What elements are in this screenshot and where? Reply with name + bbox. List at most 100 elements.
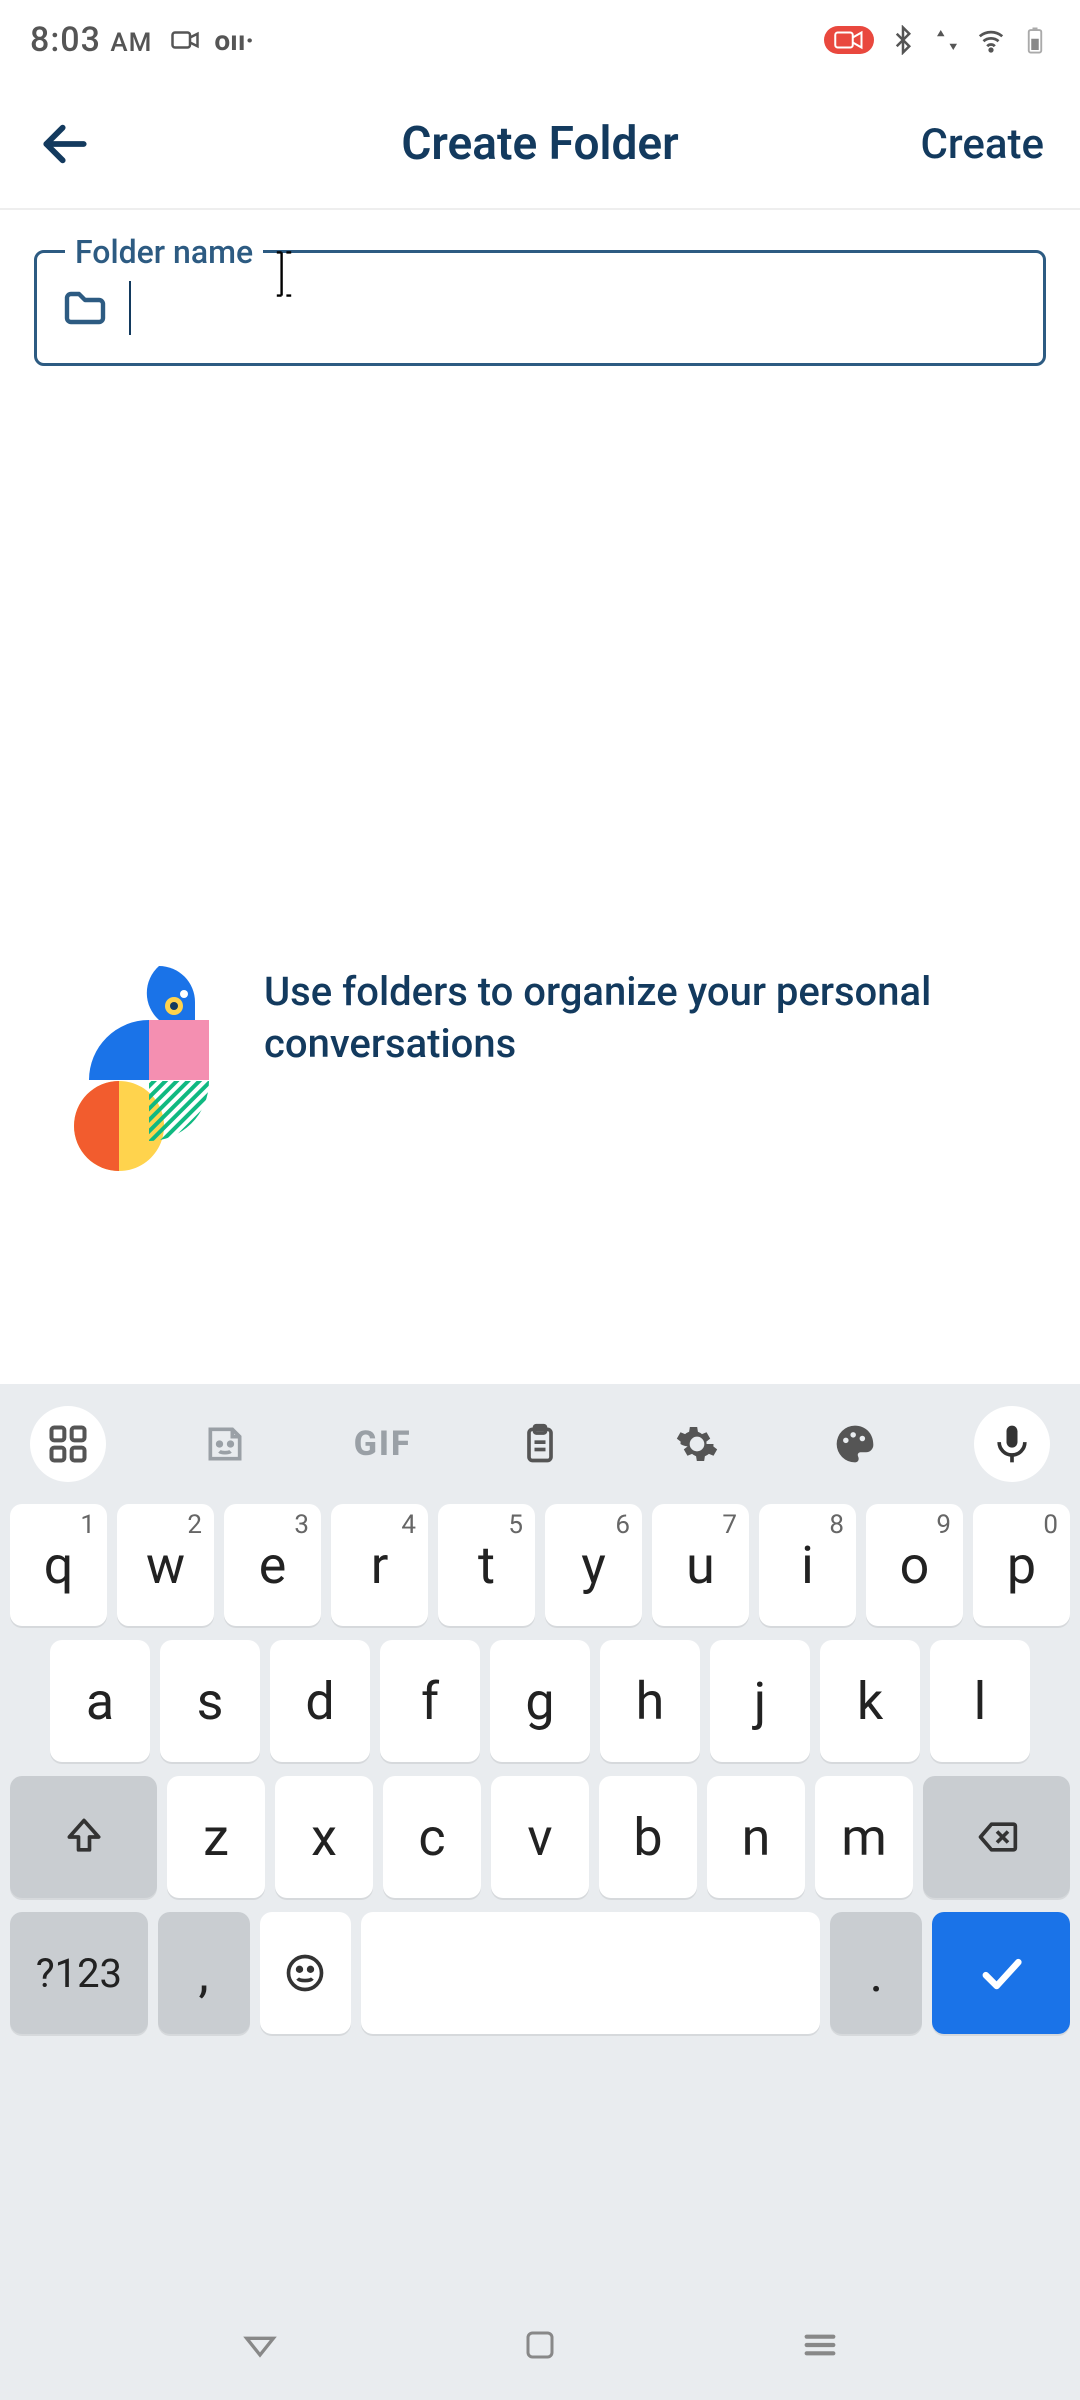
key-b[interactable]: b — [599, 1776, 697, 1898]
key-i[interactable]: i8 — [759, 1504, 856, 1626]
key-n[interactable]: n — [707, 1776, 805, 1898]
keyboard-toolbar: GIF — [0, 1402, 1080, 1496]
key-o[interactable]: o9 — [866, 1504, 963, 1626]
status-time-ampm: AM — [110, 28, 152, 58]
key-r[interactable]: r4 — [331, 1504, 428, 1626]
key-hint: 1 — [80, 1510, 95, 1540]
backspace-key[interactable] — [923, 1776, 1070, 1898]
comma-key[interactable]: , — [158, 1912, 250, 2034]
key-z[interactable]: z — [167, 1776, 265, 1898]
nav-back-button[interactable] — [236, 2321, 284, 2369]
key-y[interactable]: y6 — [545, 1504, 642, 1626]
shift-key[interactable] — [10, 1776, 157, 1898]
symbols-key[interactable]: ?123 — [10, 1912, 148, 2034]
check-icon — [975, 1947, 1027, 1999]
key-l[interactable]: l — [930, 1640, 1030, 1762]
gear-icon — [675, 1422, 719, 1466]
keyboard-mic-button[interactable] — [974, 1406, 1050, 1482]
keyboard-row-2: asdfghjkl — [10, 1640, 1070, 1762]
bluetooth-icon — [888, 25, 918, 55]
nav-recents-button[interactable] — [796, 2321, 844, 2369]
keyboard-keys: q1w2e3r4t5y6u7i8o9p0 asdfghjkl zxcvbnm ?… — [0, 1496, 1080, 2056]
video-icon — [170, 25, 200, 55]
key-s[interactable]: s — [160, 1640, 260, 1762]
status-right — [824, 25, 1050, 55]
key-d[interactable]: d — [270, 1640, 370, 1762]
keyboard-gif-button[interactable]: GIF — [345, 1406, 421, 1482]
wifi-icon — [976, 25, 1006, 55]
keyboard-row-3: zxcvbnm — [10, 1776, 1070, 1898]
key-hint: 0 — [1043, 1510, 1058, 1540]
keyboard-settings-button[interactable] — [659, 1406, 735, 1482]
folder-name-label: Folder name — [65, 233, 263, 271]
key-u[interactable]: u7 — [652, 1504, 749, 1626]
page-title: Create Folder — [0, 117, 1080, 171]
keyboard-clipboard-button[interactable] — [502, 1406, 578, 1482]
key-a[interactable]: a — [50, 1640, 150, 1762]
app-bar: Create Folder Create — [0, 80, 1080, 210]
create-button[interactable]: Create — [921, 120, 1045, 169]
folder-name-field[interactable]: Folder name — [34, 250, 1046, 366]
recording-pill — [824, 26, 874, 54]
nav-home-icon — [522, 2327, 558, 2363]
space-key[interactable] — [361, 1912, 820, 2034]
emoji-key[interactable] — [260, 1912, 352, 2034]
key-p[interactable]: p0 — [973, 1504, 1070, 1626]
key-g[interactable]: g — [490, 1640, 590, 1762]
keyboard-sticker-button[interactable] — [187, 1406, 263, 1482]
enter-key[interactable] — [932, 1912, 1070, 2034]
key-q[interactable]: q1 — [10, 1504, 107, 1626]
status-left-icons: oıı· — [170, 24, 254, 57]
clipboard-icon — [518, 1422, 562, 1466]
keyboard-row-1: q1w2e3r4t5y6u7i8o9p0 — [10, 1504, 1070, 1626]
key-f[interactable]: f — [380, 1640, 480, 1762]
key-c[interactable]: c — [383, 1776, 481, 1898]
audio-levels-icon: oıı· — [214, 24, 254, 57]
hint-illustration — [74, 966, 224, 1176]
folder-icon — [61, 284, 109, 332]
keyboard: GIF q1w2e3r4t5y6u7i8o9p0 asdfghjkl zxcvb… — [0, 1384, 1080, 2400]
key-j[interactable]: j — [710, 1640, 810, 1762]
system-nav — [0, 2290, 1080, 2400]
nav-home-button[interactable] — [516, 2321, 564, 2369]
key-hint: 5 — [508, 1510, 523, 1540]
bird-art-icon — [74, 966, 224, 1176]
keyboard-theme-button[interactable] — [817, 1406, 893, 1482]
key-hint: 3 — [294, 1510, 309, 1540]
key-v[interactable]: v — [491, 1776, 589, 1898]
shift-icon — [62, 1815, 106, 1859]
grid-icon — [46, 1422, 90, 1466]
key-h[interactable]: h — [600, 1640, 700, 1762]
key-e[interactable]: e3 — [224, 1504, 321, 1626]
sticker-icon — [203, 1422, 247, 1466]
status-left: 8:03 AM oıı· — [30, 20, 254, 60]
hint-text: Use folders to organize your personal co… — [264, 966, 1006, 1070]
arrow-left-icon — [37, 116, 93, 172]
status-time-hhmm: 8:03 — [30, 20, 101, 60]
nav-back-icon — [240, 2325, 280, 2365]
keyboard-row-4: ?123 , . — [10, 1912, 1070, 2034]
key-k[interactable]: k — [820, 1640, 920, 1762]
back-button[interactable] — [20, 99, 110, 189]
status-time: 8:03 AM — [30, 20, 152, 60]
key-hint: 4 — [401, 1510, 416, 1540]
content-area: Folder name — [0, 210, 1080, 1176]
updown-icon — [932, 25, 962, 55]
key-t[interactable]: t5 — [438, 1504, 535, 1626]
emoji-icon — [283, 1951, 327, 1995]
battery-icon — [1020, 25, 1050, 55]
text-caret — [129, 281, 131, 335]
key-w[interactable]: w2 — [117, 1504, 214, 1626]
keyboard-apps-button[interactable] — [30, 1406, 106, 1482]
period-key[interactable]: . — [830, 1912, 922, 2034]
recording-icon — [834, 30, 864, 50]
status-bar: 8:03 AM oıı· — [0, 0, 1080, 80]
backspace-icon — [975, 1815, 1019, 1859]
key-x[interactable]: x — [275, 1776, 373, 1898]
text-cursor-icon — [272, 250, 296, 298]
palette-icon — [833, 1422, 877, 1466]
key-hint: 8 — [829, 1510, 844, 1540]
key-hint: 6 — [615, 1510, 630, 1540]
key-m[interactable]: m — [815, 1776, 913, 1898]
hint-section: Use folders to organize your personal co… — [34, 966, 1046, 1176]
